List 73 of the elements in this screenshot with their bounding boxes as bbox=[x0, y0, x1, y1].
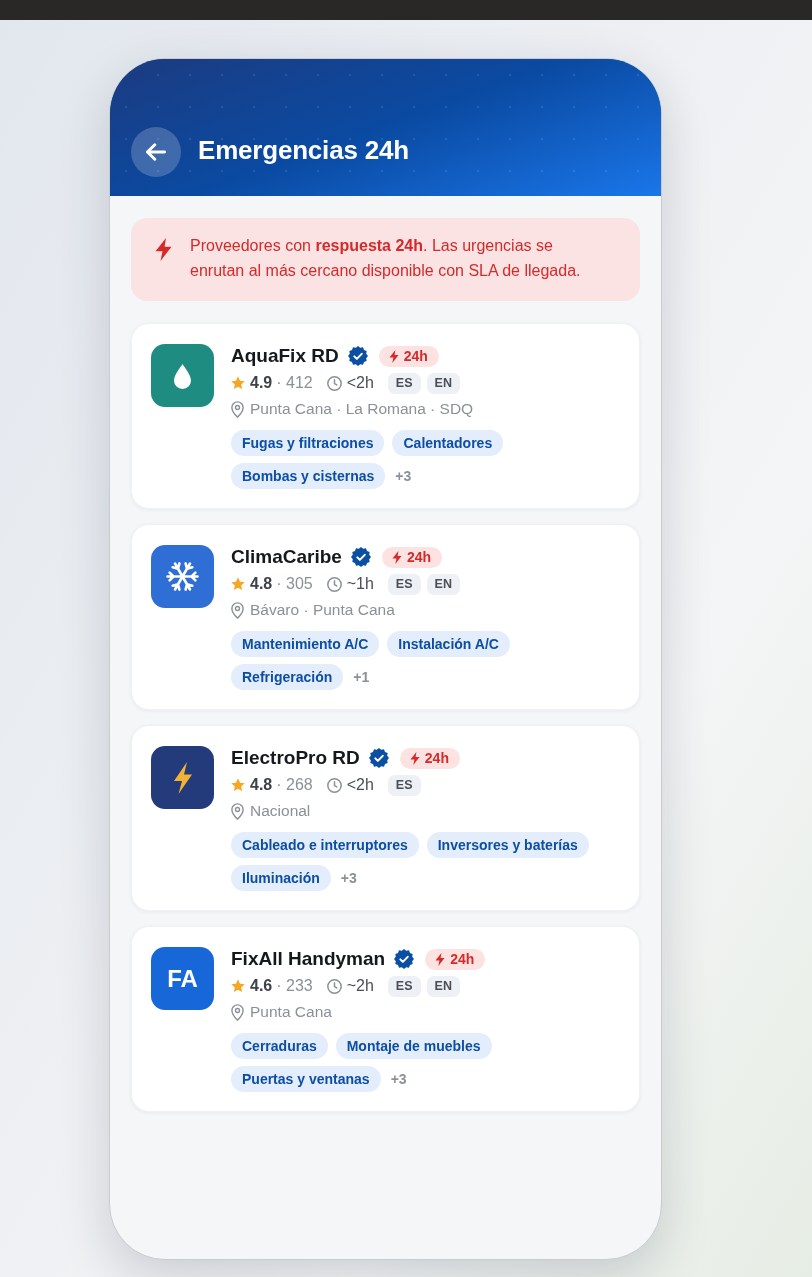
page-title: Emergencias 24h bbox=[198, 134, 409, 166]
star-icon bbox=[231, 778, 245, 792]
service-tag: Fugas y filtraciones bbox=[231, 430, 385, 456]
review-count: · 305 bbox=[276, 574, 313, 594]
lightning-icon bbox=[388, 349, 399, 363]
location-pin-icon bbox=[231, 802, 244, 820]
clock-icon bbox=[326, 576, 342, 592]
location-pin-icon bbox=[231, 601, 244, 619]
language-tag: EN bbox=[426, 975, 460, 997]
service-tag: Refrigeración bbox=[231, 664, 344, 690]
hours-label: 24h bbox=[450, 952, 475, 966]
back-button[interactable] bbox=[131, 127, 181, 177]
service-tag: Calentadores bbox=[392, 430, 504, 456]
language-tag: ES bbox=[387, 975, 421, 997]
hours-label: 24h bbox=[406, 550, 431, 564]
initials-avatar: FA bbox=[151, 947, 214, 1010]
lightning-icon bbox=[435, 952, 446, 966]
service-tag: Bombas y cisternas bbox=[231, 463, 386, 489]
clock-icon bbox=[326, 978, 342, 994]
review-count: · 412 bbox=[276, 373, 313, 393]
provider-name: ClimaCaribe bbox=[231, 545, 342, 569]
rating-value: 4.9 bbox=[250, 373, 273, 393]
location-pin-icon bbox=[231, 1003, 244, 1021]
lightning-icon bbox=[155, 238, 172, 261]
more-count: +1 bbox=[353, 667, 370, 687]
provider-name: ElectroPro RD bbox=[231, 746, 360, 770]
response-time: <2h bbox=[346, 373, 374, 393]
provider-name: FixAll Handyman bbox=[231, 947, 386, 971]
more-count: +3 bbox=[340, 868, 357, 888]
service-area: Punta Cana bbox=[250, 1000, 332, 1024]
service-tag: Mantenimiento A/C bbox=[231, 631, 380, 657]
provider-name: AquaFix RD bbox=[231, 344, 339, 368]
more-count: +3 bbox=[390, 1069, 407, 1089]
hours-label: 24h bbox=[424, 751, 449, 765]
response-time: <2h bbox=[346, 775, 374, 795]
notice-text: Proveedores con respuesta 24h. Las urgencias se enrutan al más cercano disponible con SLA de llegada. bbox=[190, 236, 582, 281]
language-tag: EN bbox=[426, 372, 460, 394]
service-tag: Inversores y baterías bbox=[426, 832, 589, 858]
language-tag: ES bbox=[387, 372, 421, 394]
review-count: · 268 bbox=[276, 775, 313, 795]
star-icon bbox=[231, 979, 245, 993]
response-time: ~1h bbox=[346, 574, 374, 594]
lightning-icon bbox=[409, 751, 420, 765]
language-tag: ES bbox=[387, 774, 421, 796]
more-count: +3 bbox=[395, 466, 412, 486]
rating-value: 4.8 bbox=[250, 574, 273, 594]
provider-card[interactable]: AquaFix RD 24h 4.9 · 412 <2h ES EN Punta Cana · La Romana · SDQ Fugas y filtraciones Calentadores Bombas y cisternas +3 bbox=[131, 323, 640, 509]
provider-card[interactable]: ClimaCaribe 24h 4.8 · 305 ~1h ES EN Bávaro · Punta Cana Mantenimiento A/C Instalación A/C Refrigeración +1 bbox=[131, 524, 640, 710]
lightning-icon bbox=[391, 550, 402, 564]
response-time: ~2h bbox=[346, 976, 374, 996]
back-arrow-icon bbox=[146, 143, 166, 161]
service-area: Bávaro · Punta Cana bbox=[250, 598, 395, 622]
star-icon bbox=[231, 577, 245, 591]
star-icon bbox=[231, 376, 245, 390]
service-tag: Iluminación bbox=[231, 865, 331, 891]
rating-value: 4.6 bbox=[250, 976, 273, 996]
language-tag: EN bbox=[426, 573, 460, 595]
provider-card[interactable]: FA FixAll Handyman 24h 4.6 · 233 ~2h ES EN Punta Cana Cerraduras Montaje de muebles Puertas y ventanas +3 bbox=[131, 926, 640, 1112]
service-tag: Instalación A/C bbox=[387, 631, 510, 657]
service-tag: Cerraduras bbox=[231, 1033, 328, 1059]
service-area: Nacional bbox=[250, 799, 311, 823]
rating-value: 4.8 bbox=[250, 775, 273, 795]
hours-label: 24h bbox=[403, 349, 428, 363]
service-tag: Montaje de muebles bbox=[335, 1033, 492, 1059]
service-tag: Puertas y ventanas bbox=[231, 1066, 381, 1092]
review-count: · 233 bbox=[276, 976, 313, 996]
location-pin-icon bbox=[231, 400, 244, 418]
provider-card[interactable]: ElectroPro RD 24h 4.8 · 268 <2h ES Nacional Cableado e interruptores Inversores y baterías Iluminación +3 bbox=[131, 725, 640, 911]
language-tag: ES bbox=[387, 573, 421, 595]
service-tag: Cableado e interruptores bbox=[231, 832, 419, 858]
service-area: Punta Cana · La Romana · SDQ bbox=[250, 397, 474, 421]
clock-icon bbox=[326, 777, 342, 793]
clock-icon bbox=[326, 375, 342, 391]
